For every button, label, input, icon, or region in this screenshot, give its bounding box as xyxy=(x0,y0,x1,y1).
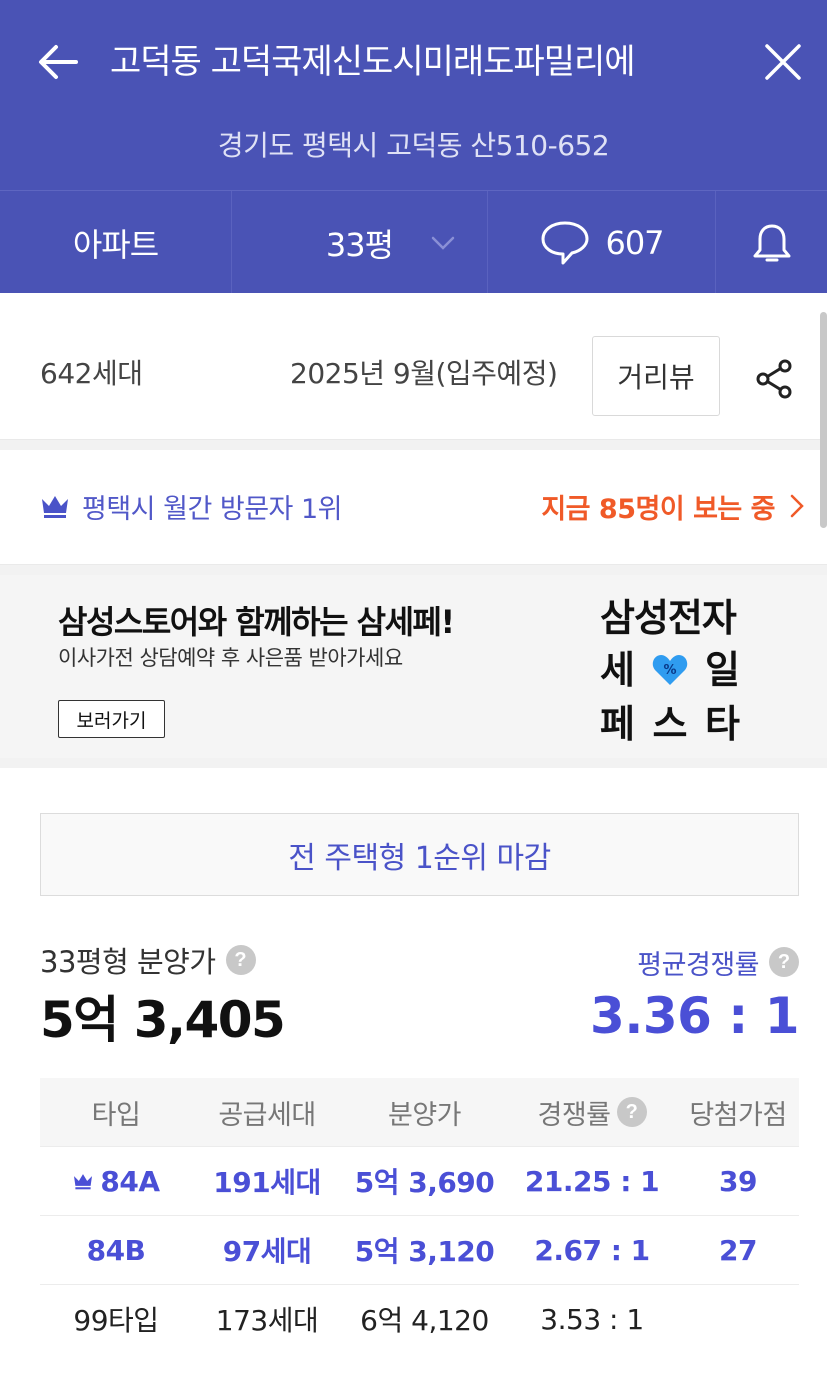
ratio-cell: 2.67 : 1 xyxy=(534,1233,650,1267)
price-cell: 6억 4,120 xyxy=(360,1304,489,1337)
ad-logo-char: 일 xyxy=(705,648,740,692)
table-row[interactable]: 84B 97세대 5억 3,120 2.67 : 1 27 xyxy=(40,1215,799,1284)
live-viewers-link[interactable]: 지금 85명이 보는 중 xyxy=(541,486,805,526)
sale-price-value: 5억 3,405 xyxy=(40,991,286,1049)
section-divider xyxy=(0,440,827,450)
share-icon xyxy=(756,359,792,399)
visitor-rank: 평택시 월간 방문자 1위 xyxy=(40,486,343,526)
bell-icon xyxy=(753,224,790,261)
ad-logo-char: 페 xyxy=(600,702,635,746)
column-header: 공급세대 xyxy=(218,1099,316,1131)
visitor-rank-text: 평택시 월간 방문자 1위 xyxy=(82,493,343,525)
property-tabbar: 아파트 33평 607 xyxy=(0,190,827,294)
price-cell: 5억 3,690 xyxy=(354,1166,495,1199)
type-cell: 84B xyxy=(86,1233,146,1267)
ratio-cell: 21.25 : 1 xyxy=(524,1164,660,1198)
column-header: 타입 xyxy=(91,1099,141,1131)
svg-text:%: % xyxy=(663,663,676,678)
comment-count: 607 xyxy=(605,223,664,262)
supply-cell: 191세대 xyxy=(213,1166,321,1199)
section-divider xyxy=(0,758,827,768)
households-count: 642세대 xyxy=(40,357,143,390)
ad-logo-char: 세 xyxy=(600,648,635,692)
move-in-date: 2025년 9월(입주예정) xyxy=(290,357,558,390)
share-button[interactable] xyxy=(750,354,800,404)
column-header-text: 경쟁률 xyxy=(537,1099,611,1131)
column-header: 당첨가점 xyxy=(689,1099,787,1131)
live-viewers-text: 지금 85명이 보는 중 xyxy=(541,493,775,525)
help-icon[interactable]: ? xyxy=(769,947,799,977)
avg-competition-label: 평균경쟁률 ? xyxy=(637,940,799,984)
price-cell: 5억 3,120 xyxy=(354,1235,495,1268)
comment-bubble-icon xyxy=(541,221,589,264)
ad-logo-char: 스 xyxy=(652,702,688,746)
street-view-button[interactable]: 거리뷰 xyxy=(592,336,720,416)
score-cell: 27 xyxy=(719,1233,757,1267)
chevron-down-icon xyxy=(431,236,455,250)
supply-type-table: 타입 공급세대 분양가 경쟁률 ? 당첨가점 84A 191세대 5억 3,69… xyxy=(40,1078,799,1353)
arrow-left-icon xyxy=(39,45,78,79)
size-selector[interactable]: 33평 xyxy=(232,191,488,294)
ad-title: 삼성스토어와 함께하는 삼세페! xyxy=(58,603,455,641)
size-selector-label: 33평 xyxy=(325,225,394,264)
app-header: 고덕동 고덕국제신도시미래도파밀리에 경기도 평택시 고덕동 산510-652 … xyxy=(0,0,827,294)
type-text: 84A xyxy=(100,1164,160,1198)
tab-property-type[interactable]: 아파트 xyxy=(0,191,232,294)
help-icon[interactable]: ? xyxy=(616,1097,647,1127)
page-title: 고덕동 고덕국제신도시미래도파밀리에 xyxy=(110,42,636,82)
help-icon[interactable]: ? xyxy=(225,945,256,975)
avg-competition-value: 3.36 : 1 xyxy=(590,987,799,1045)
address-text: 경기도 평택시 고덕동 산510-652 xyxy=(217,129,610,162)
column-header: 분양가 xyxy=(387,1099,462,1131)
table-row[interactable]: 84A 191세대 5억 3,690 21.25 : 1 39 xyxy=(40,1146,799,1215)
sale-price-label-text: 33평형 분양가 xyxy=(40,945,216,979)
type-cell: 99타입 xyxy=(73,1304,159,1337)
table-header: 타입 공급세대 분양가 경쟁률 ? 당첨가점 xyxy=(40,1078,799,1146)
subscription-closed-notice: 전 주택형 1순위 마감 xyxy=(40,813,799,896)
ratio-cell: 3.53 : 1 xyxy=(540,1302,644,1336)
close-icon xyxy=(765,44,801,80)
alarm-button[interactable] xyxy=(716,191,827,294)
table-row[interactable]: 99타입 173세대 6억 4,120 3.53 : 1 xyxy=(40,1284,799,1353)
supply-cell: 97세대 xyxy=(222,1235,312,1268)
ad-logo: 삼성전자 세 % 일 페 스 타 xyxy=(600,593,750,751)
ad-logo-char: 타 xyxy=(705,702,740,746)
chevron-right-icon xyxy=(790,494,804,518)
avg-competition-label-text: 평균경쟁률 xyxy=(637,949,759,981)
close-button[interactable] xyxy=(758,38,808,86)
scrollbar[interactable] xyxy=(820,312,827,528)
heart-icon: % xyxy=(650,643,690,697)
supply-cell: 173세대 xyxy=(215,1304,319,1337)
column-header-ratio: 경쟁률 ? xyxy=(507,1093,677,1132)
ad-view-button[interactable]: 보러가기 xyxy=(58,700,165,738)
crown-icon xyxy=(74,1174,93,1190)
type-cell: 84A xyxy=(40,1165,192,1198)
crown-icon xyxy=(42,496,68,518)
score-cell: 39 xyxy=(719,1164,757,1198)
ad-subtitle: 이사가전 상담예약 후 사은품 받아가세요 xyxy=(58,646,403,670)
comments-button[interactable]: 607 xyxy=(488,191,716,294)
back-button[interactable] xyxy=(34,38,82,86)
section-divider xyxy=(0,565,827,575)
sale-price-label: 33평형 분양가 ? xyxy=(40,938,256,982)
ad-logo-line1: 삼성전자 xyxy=(600,596,737,640)
